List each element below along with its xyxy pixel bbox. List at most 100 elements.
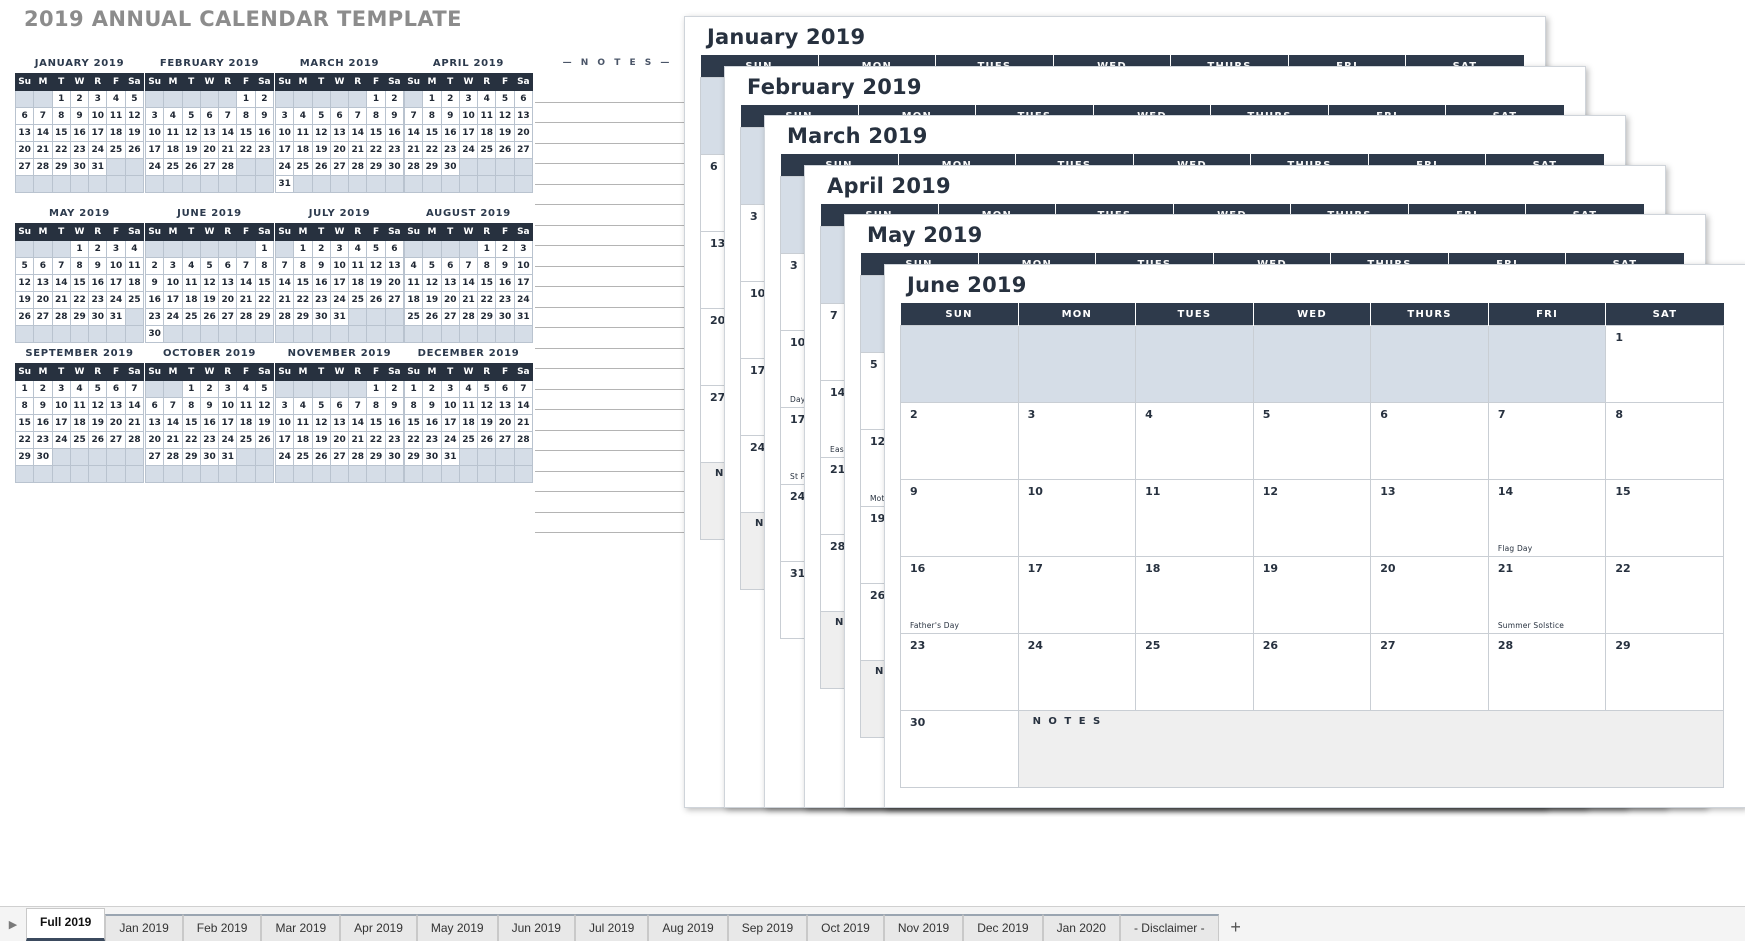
mini-day-cell[interactable]: 14 bbox=[513, 397, 534, 415]
mini-day-cell[interactable]: 23 bbox=[311, 291, 331, 309]
mini-day-cell[interactable]: 16 bbox=[69, 124, 90, 142]
mini-day-cell[interactable]: 29 bbox=[181, 448, 201, 466]
mini-day-cell[interactable]: 21 bbox=[403, 141, 424, 159]
mini-day-cell[interactable]: 5 bbox=[477, 380, 497, 398]
notes-line[interactable] bbox=[535, 103, 700, 123]
notes-line[interactable] bbox=[535, 390, 700, 410]
mini-day-cell[interactable]: 3 bbox=[440, 380, 460, 398]
mini-day-cell[interactable] bbox=[124, 325, 145, 343]
day-cell[interactable]: 23 bbox=[900, 633, 1019, 711]
mini-day-cell[interactable]: 29 bbox=[366, 448, 386, 466]
mini-day-cell[interactable]: 24 bbox=[274, 158, 295, 176]
mini-day-cell[interactable]: 25 bbox=[163, 158, 183, 176]
mini-day-cell[interactable]: 19 bbox=[477, 414, 497, 432]
mini-day-cell[interactable]: 28 bbox=[403, 158, 424, 176]
day-cell[interactable]: 29 bbox=[1605, 633, 1724, 711]
mini-day-cell[interactable]: 22 bbox=[366, 141, 386, 159]
mini-day-cell[interactable] bbox=[163, 325, 183, 343]
mini-day-cell[interactable]: 23 bbox=[254, 141, 275, 159]
mini-day-cell[interactable] bbox=[163, 465, 183, 483]
notes-cell[interactable]: N O T E S bbox=[1017, 710, 1725, 788]
day-cell[interactable] bbox=[1370, 325, 1489, 403]
mini-day-cell[interactable]: 11 bbox=[293, 124, 313, 142]
notes-line[interactable] bbox=[535, 513, 700, 533]
mini-day-cell[interactable] bbox=[513, 465, 534, 483]
mini-day-cell[interactable]: 24 bbox=[88, 141, 108, 159]
mini-day-cell[interactable]: 5 bbox=[495, 90, 515, 108]
mini-day-cell[interactable]: 22 bbox=[254, 291, 275, 309]
mini-day-cell[interactable]: 8 bbox=[366, 107, 386, 125]
mini-day-cell[interactable]: 9 bbox=[144, 274, 165, 292]
mini-day-cell[interactable] bbox=[348, 175, 368, 193]
mini-day-cell[interactable]: 28 bbox=[124, 431, 145, 449]
mini-day-cell[interactable]: 1 bbox=[422, 90, 442, 108]
mini-day-cell[interactable] bbox=[477, 325, 497, 343]
mini-day-cell[interactable] bbox=[384, 325, 405, 343]
mini-day-cell[interactable]: 19 bbox=[14, 291, 35, 309]
mini-day-cell[interactable]: 10 bbox=[51, 397, 71, 415]
day-cell[interactable] bbox=[900, 325, 1019, 403]
mini-day-cell[interactable] bbox=[218, 175, 238, 193]
mini-day-cell[interactable] bbox=[440, 240, 460, 258]
mini-day-cell[interactable]: 11 bbox=[163, 124, 183, 142]
mini-day-cell[interactable]: 26 bbox=[311, 158, 331, 176]
day-cell[interactable]: 5 bbox=[1252, 402, 1372, 480]
mini-day-cell[interactable]: 2 bbox=[384, 90, 405, 108]
mini-day-cell[interactable]: 25 bbox=[236, 431, 256, 449]
mini-day-cell[interactable]: 24 bbox=[274, 448, 295, 466]
mini-day-cell[interactable] bbox=[51, 448, 71, 466]
mini-day-cell[interactable] bbox=[403, 90, 424, 108]
mini-day-cell[interactable]: 13 bbox=[14, 124, 35, 142]
mini-day-cell[interactable]: 31 bbox=[218, 448, 238, 466]
mini-day-cell[interactable] bbox=[348, 325, 368, 343]
mini-day-cell[interactable]: 16 bbox=[384, 124, 405, 142]
mini-day-cell[interactable]: 6 bbox=[440, 257, 460, 275]
mini-day-cell[interactable]: 28 bbox=[218, 158, 238, 176]
mini-day-cell[interactable]: 11 bbox=[477, 107, 497, 125]
mini-day-cell[interactable]: 5 bbox=[124, 90, 145, 108]
mini-day-cell[interactable]: 4 bbox=[477, 90, 497, 108]
mini-day-cell[interactable] bbox=[69, 448, 90, 466]
mini-day-cell[interactable]: 2 bbox=[33, 380, 53, 398]
mini-day-cell[interactable]: 3 bbox=[458, 90, 479, 108]
mini-day-cell[interactable]: 30 bbox=[144, 325, 165, 343]
mini-day-cell[interactable]: 7 bbox=[348, 397, 368, 415]
mini-day-cell[interactable]: 26 bbox=[366, 291, 386, 309]
mini-day-cell[interactable]: 10 bbox=[329, 257, 350, 275]
mini-day-cell[interactable]: 6 bbox=[144, 397, 165, 415]
mini-day-cell[interactable]: 15 bbox=[477, 274, 497, 292]
mini-day-cell[interactable] bbox=[88, 465, 108, 483]
notes-line[interactable] bbox=[535, 164, 700, 185]
mini-day-cell[interactable]: 16 bbox=[144, 291, 165, 309]
mini-day-cell[interactable] bbox=[458, 240, 479, 258]
mini-day-cell[interactable]: 21 bbox=[274, 291, 295, 309]
mini-day-cell[interactable] bbox=[311, 380, 331, 398]
day-cell[interactable]: 27 bbox=[1370, 633, 1489, 711]
mini-day-cell[interactable]: 16 bbox=[384, 414, 405, 432]
mini-day-cell[interactable] bbox=[440, 465, 460, 483]
mini-day-cell[interactable] bbox=[51, 325, 71, 343]
mini-day-cell[interactable]: 2 bbox=[311, 240, 331, 258]
mini-day-cell[interactable]: 3 bbox=[51, 380, 71, 398]
mini-day-cell[interactable]: 10 bbox=[106, 257, 126, 275]
mini-day-cell[interactable] bbox=[274, 380, 295, 398]
mini-day-cell[interactable] bbox=[366, 325, 386, 343]
mini-day-cell[interactable]: 4 bbox=[69, 380, 90, 398]
mini-day-cell[interactable]: 4 bbox=[163, 107, 183, 125]
mini-day-cell[interactable]: 12 bbox=[311, 414, 331, 432]
mini-day-cell[interactable]: 11 bbox=[69, 397, 90, 415]
mini-day-cell[interactable]: 13 bbox=[218, 274, 238, 292]
mini-day-cell[interactable]: 8 bbox=[293, 257, 313, 275]
mini-day-cell[interactable]: 27 bbox=[440, 308, 460, 326]
mini-day-cell[interactable]: 7 bbox=[274, 257, 295, 275]
mini-day-cell[interactable] bbox=[329, 325, 350, 343]
mini-day-cell[interactable]: 19 bbox=[199, 291, 220, 309]
mini-day-cell[interactable]: 8 bbox=[51, 107, 71, 125]
mini-day-cell[interactable]: 26 bbox=[14, 308, 35, 326]
mini-day-cell[interactable]: 1 bbox=[236, 90, 256, 108]
mini-day-cell[interactable] bbox=[274, 325, 295, 343]
mini-day-cell[interactable]: 25 bbox=[124, 291, 145, 309]
mini-day-cell[interactable] bbox=[477, 448, 497, 466]
mini-day-cell[interactable]: 24 bbox=[163, 308, 183, 326]
sheet-tab-apr-2019[interactable]: Apr 2019 bbox=[340, 914, 417, 941]
